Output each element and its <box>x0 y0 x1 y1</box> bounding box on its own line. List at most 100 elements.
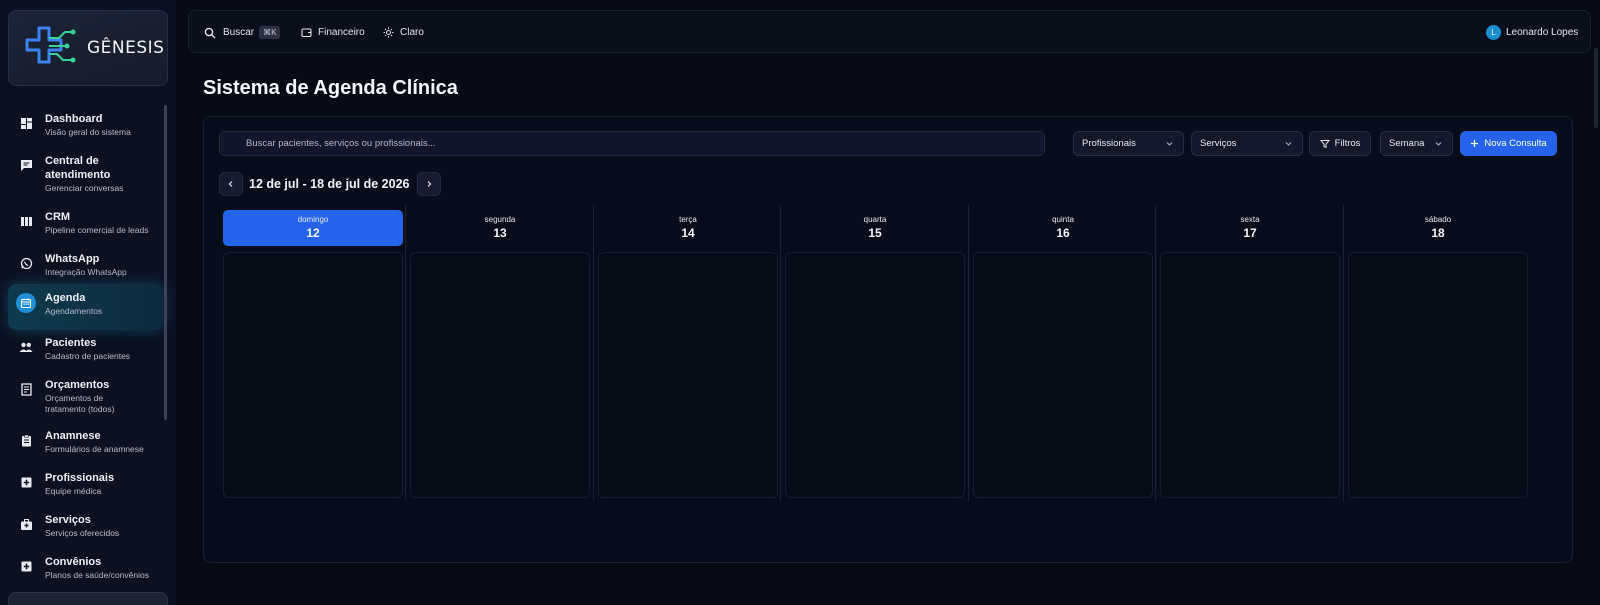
sidebar-item-label: Agenda <box>45 292 86 304</box>
sidebar-item-text: Serviços Serviços oferecidos <box>45 513 119 539</box>
page-scrollbar[interactable] <box>1594 48 1598 128</box>
services-select[interactable]: Serviços <box>1191 131 1303 156</box>
day-slots-area[interactable] <box>410 252 590 498</box>
chevron-down-icon <box>1166 142 1173 146</box>
filters-button[interactable]: Filtros <box>1309 131 1371 156</box>
day-number: 13 <box>493 226 507 240</box>
day-slots-area[interactable] <box>1160 252 1340 498</box>
previous-week-button[interactable] <box>219 172 243 196</box>
page-title: Sistema de Agenda Clínica <box>203 77 458 99</box>
filters-label: Filtros <box>1334 138 1361 149</box>
sidebar-item-description: Formulários de anamnese <box>45 444 144 454</box>
day-header[interactable]: sexta 17 <box>1160 210 1340 246</box>
day-header-today[interactable]: domingo 12 <box>223 210 403 246</box>
professionals-select[interactable]: Profissionais <box>1073 131 1184 156</box>
day-slots-area[interactable] <box>973 252 1153 498</box>
sidebar-item-agenda[interactable]: Agenda Agendamentos <box>8 284 164 330</box>
agenda-search-input[interactable] <box>219 131 1045 156</box>
sidebar-item-text: Anamnese Formulários de anamnese <box>45 429 144 455</box>
day-name: sexta <box>1240 215 1260 224</box>
sidebar-item-description: Cadastro de pacientes <box>45 351 131 361</box>
sidebar-item-profissionais[interactable]: Profissionais Equipe médica <box>8 471 164 497</box>
theme-label: Claro <box>400 27 424 38</box>
sidebar-item-dashboard[interactable]: Dashboard Visão geral do sistema <box>8 112 164 138</box>
sidebar-item-label: Anamnese <box>45 430 101 442</box>
sidebar-item-text: Orçamentos Orçamentos de tratamento (todo… <box>45 378 145 415</box>
day-number: 12 <box>306 226 320 240</box>
theme-toggle[interactable]: Claro <box>383 11 424 54</box>
columns-icon <box>18 213 34 229</box>
wallet-icon <box>301 28 312 38</box>
sidebar-item-text: Agenda Agendamentos <box>45 291 102 317</box>
sidebar-item-label: Central de atendimento <box>45 155 111 181</box>
top-bar: Buscar ⌘K Financeiro Claro L Leonardo Lo… <box>188 10 1591 53</box>
people-icon <box>18 339 34 355</box>
sidebar-item-crm[interactable]: CRM Pipeline comercial de leads <box>8 210 164 236</box>
sidebar-item-servicos[interactable]: Serviços Serviços oferecidos <box>8 513 164 539</box>
day-slots-area[interactable] <box>1348 252 1528 498</box>
sidebar-item-central-de-atendimento[interactable]: Central de atendimento Gerenciar conversa… <box>8 154 164 194</box>
day-header[interactable]: terça 14 <box>598 210 778 246</box>
day-column: segunda 13 <box>406 205 593 501</box>
day-column: sexta 17 <box>1156 205 1343 501</box>
plus-icon <box>1471 140 1479 147</box>
sidebar-item-orcamentos[interactable]: Orçamentos Orçamentos de tratamento (todo… <box>8 378 164 415</box>
new-appointment-label: Nova Consulta <box>1484 138 1547 149</box>
sidebar-item-label: Profissionais <box>45 472 115 484</box>
whatsapp-icon <box>18 255 34 271</box>
sidebar-item-pacientes[interactable]: Pacientes Cadastro de pacientes <box>8 336 164 362</box>
day-name: terça <box>679 215 697 224</box>
day-header[interactable]: quarta 15 <box>785 210 965 246</box>
day-slots-area[interactable] <box>598 252 778 498</box>
agenda-panel: Profissionais Serviços Filtros Semana No… <box>203 116 1573 563</box>
day-number: 18 <box>1431 226 1445 240</box>
search-button[interactable]: Buscar ⌘K <box>204 11 281 54</box>
chevron-down-icon <box>1435 142 1442 146</box>
sidebar-item-whatsapp[interactable]: WhatsApp Integração WhatsApp <box>8 252 164 278</box>
brand-logo[interactable]: GÊNESIS <box>8 10 168 86</box>
sidebar-item-anamnese[interactable]: Anamnese Formulários de anamnese <box>8 429 164 455</box>
sun-icon <box>383 27 394 38</box>
medical-plus-icon <box>18 474 34 490</box>
sidebar-item-description: Orçamentos de tratamento (todos) <box>45 393 115 414</box>
day-header[interactable]: segunda 13 <box>410 210 590 246</box>
sidebar-item-label: Orçamentos <box>45 379 110 391</box>
new-appointment-button[interactable]: Nova Consulta <box>1460 131 1557 156</box>
sidebar-item-label: WhatsApp <box>45 253 100 265</box>
professionals-select-value: Profissionais <box>1082 138 1136 149</box>
sidebar-item-description: Pipeline comercial de leads <box>45 225 149 235</box>
sidebar-user-card[interactable] <box>8 592 168 605</box>
receipt-icon <box>18 381 34 397</box>
sidebar-item-convenios[interactable]: Convênios Planos de saúde/convênios <box>8 555 164 581</box>
day-column: quinta 16 <box>969 205 1156 501</box>
user-name: Leonardo Lopes <box>1506 27 1579 38</box>
sidebar-item-description: Planos de saúde/convênios <box>45 570 149 580</box>
sidebar-item-description: Serviços oferecidos <box>45 528 120 538</box>
next-week-button[interactable] <box>416 172 441 196</box>
brand-name: GÊNESIS <box>87 38 165 58</box>
sidebar-item-description: Integração WhatsApp <box>45 267 127 277</box>
day-number: 17 <box>1243 226 1257 240</box>
day-column: quarta 15 <box>781 205 968 501</box>
day-header[interactable]: sábado 18 <box>1348 210 1528 246</box>
financeiro-button[interactable]: Financeiro <box>301 11 365 54</box>
day-number: 14 <box>681 226 695 240</box>
day-slots-area[interactable] <box>785 252 965 498</box>
services-select-value: Serviços <box>1200 138 1237 149</box>
sidebar-item-text: WhatsApp Integração WhatsApp <box>45 252 127 278</box>
day-slots-area[interactable] <box>223 252 403 498</box>
day-column: domingo 12 <box>219 205 406 501</box>
view-select[interactable]: Semana <box>1380 131 1453 156</box>
medkit-icon <box>18 516 34 532</box>
chevron-left-icon <box>228 181 233 187</box>
user-menu[interactable]: L Leonardo Lopes <box>1486 11 1578 54</box>
day-column: terça 14 <box>594 205 781 501</box>
day-header[interactable]: quinta 16 <box>973 210 1153 246</box>
filter-icon <box>1319 139 1330 148</box>
sidebar-scrollbar[interactable] <box>164 105 167 420</box>
day-name: quinta <box>1052 215 1074 224</box>
search-button-label: Buscar <box>223 27 255 38</box>
day-name: quarta <box>863 215 887 224</box>
sidebar-item-description: Visão geral do sistema <box>45 127 131 137</box>
day-name: sábado <box>1424 215 1452 224</box>
